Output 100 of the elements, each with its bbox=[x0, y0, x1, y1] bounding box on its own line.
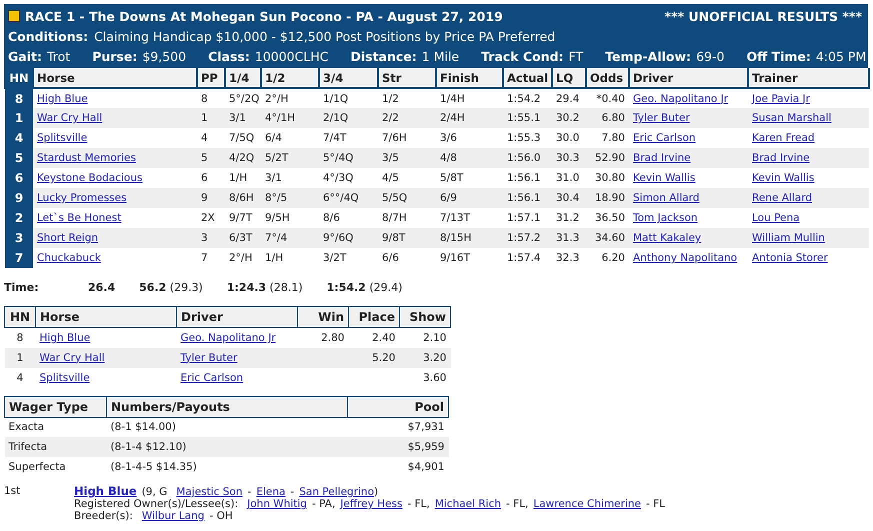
driver-link[interactable]: Tom Jackson bbox=[633, 212, 698, 224]
table-cell: 6.20 bbox=[586, 248, 629, 268]
horse-link[interactable]: Splitsville bbox=[37, 132, 88, 144]
trainer-link[interactable]: Lou Pena bbox=[752, 212, 800, 224]
detail-label: Gait: bbox=[8, 48, 42, 64]
table-cell: 34.60 bbox=[586, 228, 629, 248]
square-icon bbox=[8, 10, 20, 22]
detail-value: 69-0 bbox=[696, 48, 724, 64]
table-cell: 2X bbox=[197, 208, 225, 228]
table-cell: 2.10 bbox=[400, 328, 450, 348]
table-cell: (8-1-4-5 $14.35) bbox=[106, 457, 348, 477]
horse-link[interactable]: War Cry Hall bbox=[40, 352, 105, 364]
horse-link[interactable]: High Blue bbox=[74, 485, 137, 497]
horse-link[interactable]: Splitsville bbox=[40, 372, 90, 384]
trainer-link[interactable]: Rene Allard bbox=[752, 192, 812, 204]
table-cell: 8/6H bbox=[225, 188, 261, 208]
table-cell: 3/1 bbox=[225, 108, 261, 128]
table-cell: 6/3T bbox=[225, 228, 261, 248]
breeders-label: Breeder(s): bbox=[74, 510, 133, 522]
owner-state: - FL bbox=[646, 498, 666, 510]
table-cell: 6/9 bbox=[436, 188, 503, 208]
table-cell: 9°/6Q bbox=[319, 228, 378, 248]
table-cell: 7/6H bbox=[378, 128, 436, 148]
driver-link[interactable]: Tyler Buter bbox=[633, 112, 690, 124]
damsire-link[interactable]: San Pellegrino bbox=[299, 486, 374, 498]
table-cell: 7/5Q bbox=[225, 128, 261, 148]
table-cell: 9 bbox=[197, 188, 225, 208]
horse-link[interactable]: Let`s Be Honest bbox=[37, 212, 122, 224]
owner-link[interactable]: Jeffrey Hess bbox=[340, 498, 402, 510]
driver-link[interactable]: Matt Kakaley bbox=[633, 232, 702, 244]
table-cell: 2 bbox=[5, 208, 33, 228]
age-sex: (9, G bbox=[142, 486, 168, 498]
trainer-link[interactable]: Antonia Storer bbox=[752, 252, 828, 264]
horse-link[interactable]: Keystone Bodacious bbox=[37, 172, 142, 184]
table-cell: 8 bbox=[5, 88, 33, 108]
table-cell: 6°°/4Q bbox=[319, 188, 378, 208]
driver-link[interactable]: Brad Irvine bbox=[633, 152, 691, 164]
finish-place: 1st bbox=[4, 485, 22, 499]
table-cell: 1/H bbox=[261, 248, 319, 268]
breeder-link[interactable]: Wilbur Lang bbox=[142, 510, 204, 522]
table-cell: 1:57.2 bbox=[503, 228, 552, 248]
split-time: 1:24.3 (28.1) bbox=[226, 280, 303, 294]
race-title: RACE 1 - The Downs At Mohegan Sun Pocono - PA - August 27, 2019 bbox=[25, 8, 503, 24]
detail-value: FT bbox=[568, 48, 584, 64]
split-time: 56.2 (29.3) bbox=[139, 280, 203, 294]
column-header: LQ bbox=[552, 68, 586, 88]
results-status: *** UNOFFICIAL RESULTS *** bbox=[664, 8, 862, 24]
driver-link[interactable]: Kevin Wallis bbox=[633, 172, 696, 184]
driver-link[interactable]: Anthony Napolitano bbox=[633, 252, 738, 264]
driver-link[interactable]: Eric Carlson bbox=[180, 372, 244, 384]
table-cell: 5.20 bbox=[348, 348, 400, 368]
column-header: Driver bbox=[176, 306, 298, 328]
owner-link[interactable]: Michael Rich bbox=[434, 498, 502, 510]
table-cell: 2/1Q bbox=[319, 108, 378, 128]
table-cell: 4°/1H bbox=[261, 108, 319, 128]
table-cell: 2.40 bbox=[348, 328, 400, 348]
driver-link[interactable]: Geo. Napolitano Jr bbox=[180, 332, 276, 344]
sire-link[interactable]: Majestic Son bbox=[176, 486, 243, 498]
trainer-link[interactable]: Karen Fread bbox=[752, 132, 815, 144]
column-header: Pool bbox=[348, 396, 448, 417]
table-cell: 9/16T bbox=[436, 248, 503, 268]
driver-link[interactable]: Eric Carlson bbox=[633, 132, 696, 144]
dam-link[interactable]: Elena bbox=[256, 486, 286, 498]
table-cell: 3/6 bbox=[436, 128, 503, 148]
table-cell: $7,931 bbox=[348, 417, 448, 437]
owner-link[interactable]: John Whitig bbox=[247, 498, 307, 510]
horse-link[interactable]: High Blue bbox=[40, 332, 90, 344]
horse-link[interactable]: Stardust Memories bbox=[37, 152, 136, 164]
table-cell: 8 bbox=[4, 328, 36, 348]
trainer-link[interactable]: Kevin Wallis bbox=[752, 172, 814, 184]
column-header: Numbers/Payouts bbox=[106, 396, 348, 417]
closing-parenthesis: ) bbox=[374, 486, 378, 498]
driver-link[interactable]: Tyler Buter bbox=[180, 352, 238, 364]
table-cell: 4°/3Q bbox=[319, 168, 378, 188]
horse-link[interactable]: Chuckabuck bbox=[37, 252, 101, 264]
column-header: Actual bbox=[503, 68, 552, 88]
trainer-link[interactable]: Susan Marshall bbox=[752, 112, 832, 124]
table-cell: 30.4 bbox=[552, 188, 586, 208]
table-cell: 1:56.0 bbox=[503, 148, 552, 168]
driver-link[interactable]: Geo. Napolitano Jr bbox=[633, 92, 728, 104]
table-cell: 8 bbox=[197, 88, 225, 108]
horse-link[interactable]: High Blue bbox=[37, 92, 88, 104]
horse-link[interactable]: Short Reign bbox=[37, 232, 98, 244]
driver-link[interactable]: Simon Allard bbox=[633, 192, 700, 204]
trainer-link[interactable]: William Mullin bbox=[752, 232, 825, 244]
table-cell: 7 bbox=[5, 248, 33, 268]
trainer-link[interactable]: Brad Irvine bbox=[752, 152, 810, 164]
column-header: Place bbox=[348, 306, 400, 328]
column-header: Horse bbox=[36, 306, 176, 328]
table-cell: 2.80 bbox=[298, 328, 348, 348]
trainer-link[interactable]: Joe Pavia Jr bbox=[752, 92, 810, 104]
table-cell: 8°/5 bbox=[261, 188, 319, 208]
column-header: 3/4 bbox=[319, 68, 378, 88]
table-cell: 4/8 bbox=[436, 148, 503, 168]
table-cell: 4 bbox=[197, 128, 225, 148]
horse-link[interactable]: Lucky Promesses bbox=[37, 192, 127, 204]
column-header: Trainer bbox=[748, 68, 869, 88]
owner-link[interactable]: Lawrence Chimerine bbox=[533, 498, 641, 510]
table-cell: (8-1-4 $12.10) bbox=[106, 437, 348, 457]
horse-link[interactable]: War Cry Hall bbox=[37, 112, 102, 124]
